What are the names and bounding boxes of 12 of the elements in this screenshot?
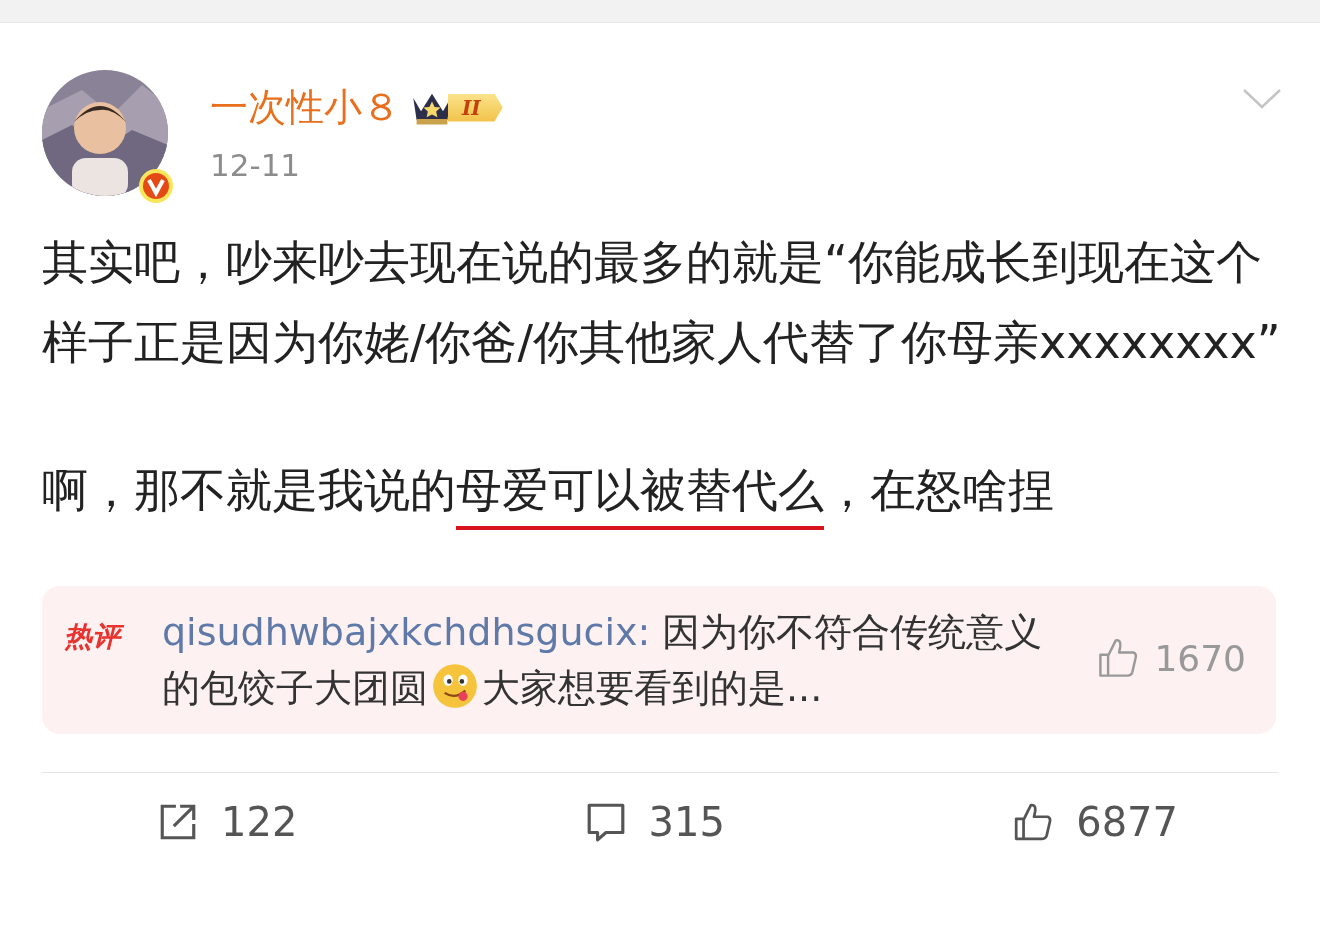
- like-count: 1670: [1154, 637, 1246, 679]
- action-count: 315: [648, 799, 725, 845]
- post-text: 其实吧，吵来吵去现在说的最多的就是“你能成长到现在这个样子正是因为你姥/你爸/你其他家人代替了你母亲xxxxxxxx”: [42, 234, 1282, 371]
- comment-text: qisudhwbajxkchdhsgucix: 因为你不符合传统意义的包饺子大团圆 大家想要看到的是...: [162, 609, 1044, 712]
- hot-comment-tag: 热评: [64, 618, 162, 656]
- member-badge: II: [410, 88, 503, 127]
- action-count: 122: [221, 799, 298, 845]
- post-date: 12-11: [210, 147, 302, 183]
- emoji-icon: [432, 663, 478, 709]
- hot-comment-card[interactable]: 热评 qisudhwbajxkchdhsgucix: 因为你不符合传统意义的包饺子大团圆 大家想要看到的是... 1670: [42, 586, 1276, 734]
- post-text: 啊，那不就是我说的母爱可以被替代么，在怒啥捏: [42, 450, 1282, 530]
- action-count: 6877: [1076, 799, 1178, 845]
